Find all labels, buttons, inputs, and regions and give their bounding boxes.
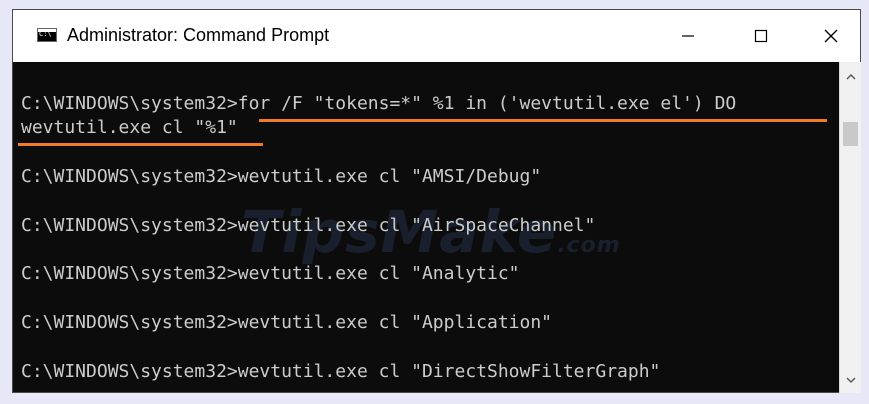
close-button[interactable] bbox=[808, 10, 854, 62]
close-icon bbox=[824, 29, 838, 43]
minimize-button[interactable] bbox=[665, 10, 711, 62]
window-title: Administrator: Command Prompt bbox=[67, 25, 330, 45]
console-line: wevtutil.exe cl "%1" bbox=[21, 117, 238, 138]
chevron-up-icon bbox=[846, 74, 855, 80]
console-line: C:\WINDOWS\system32>wevtutil.exe cl "App… bbox=[21, 312, 553, 333]
cmd-icon[interactable]: C:\ bbox=[37, 28, 57, 42]
command-highlight-underline bbox=[18, 143, 263, 146]
scrollbar-thumb[interactable] bbox=[843, 122, 858, 146]
chevron-down-icon bbox=[846, 377, 855, 383]
scroll-up-button[interactable] bbox=[840, 68, 861, 86]
cmd-icon-text: C:\ bbox=[39, 30, 52, 38]
console-line: C:\WINDOWS\system32>wevtutil.exe cl "Dir… bbox=[21, 361, 661, 382]
console-line: C:\WINDOWS\system32>wevtutil.exe cl "Air… bbox=[21, 215, 596, 236]
console-line: C:\WINDOWS\system32>wevtutil.exe cl "Ana… bbox=[21, 263, 520, 284]
console-line: C:\WINDOWS\system32>wevtutil.exe cl "AMS… bbox=[21, 166, 542, 187]
minimize-icon bbox=[682, 35, 694, 37]
command-highlight-underline bbox=[259, 119, 827, 122]
console-output[interactable]: TipsMake.com C:\WINDOWS\system32>for /F … bbox=[13, 62, 839, 394]
vertical-scrollbar[interactable] bbox=[839, 62, 861, 393]
maximize-button[interactable] bbox=[738, 10, 784, 62]
command-prompt-window: C:\ Administrator: Command Prompt TipsMa… bbox=[12, 9, 861, 393]
title-bar[interactable]: C:\ Administrator: Command Prompt bbox=[13, 10, 860, 62]
maximize-icon bbox=[754, 29, 768, 43]
scroll-down-button[interactable] bbox=[840, 371, 861, 389]
console-line: C:\WINDOWS\system32>for /F "tokens=*" %1… bbox=[21, 93, 737, 114]
